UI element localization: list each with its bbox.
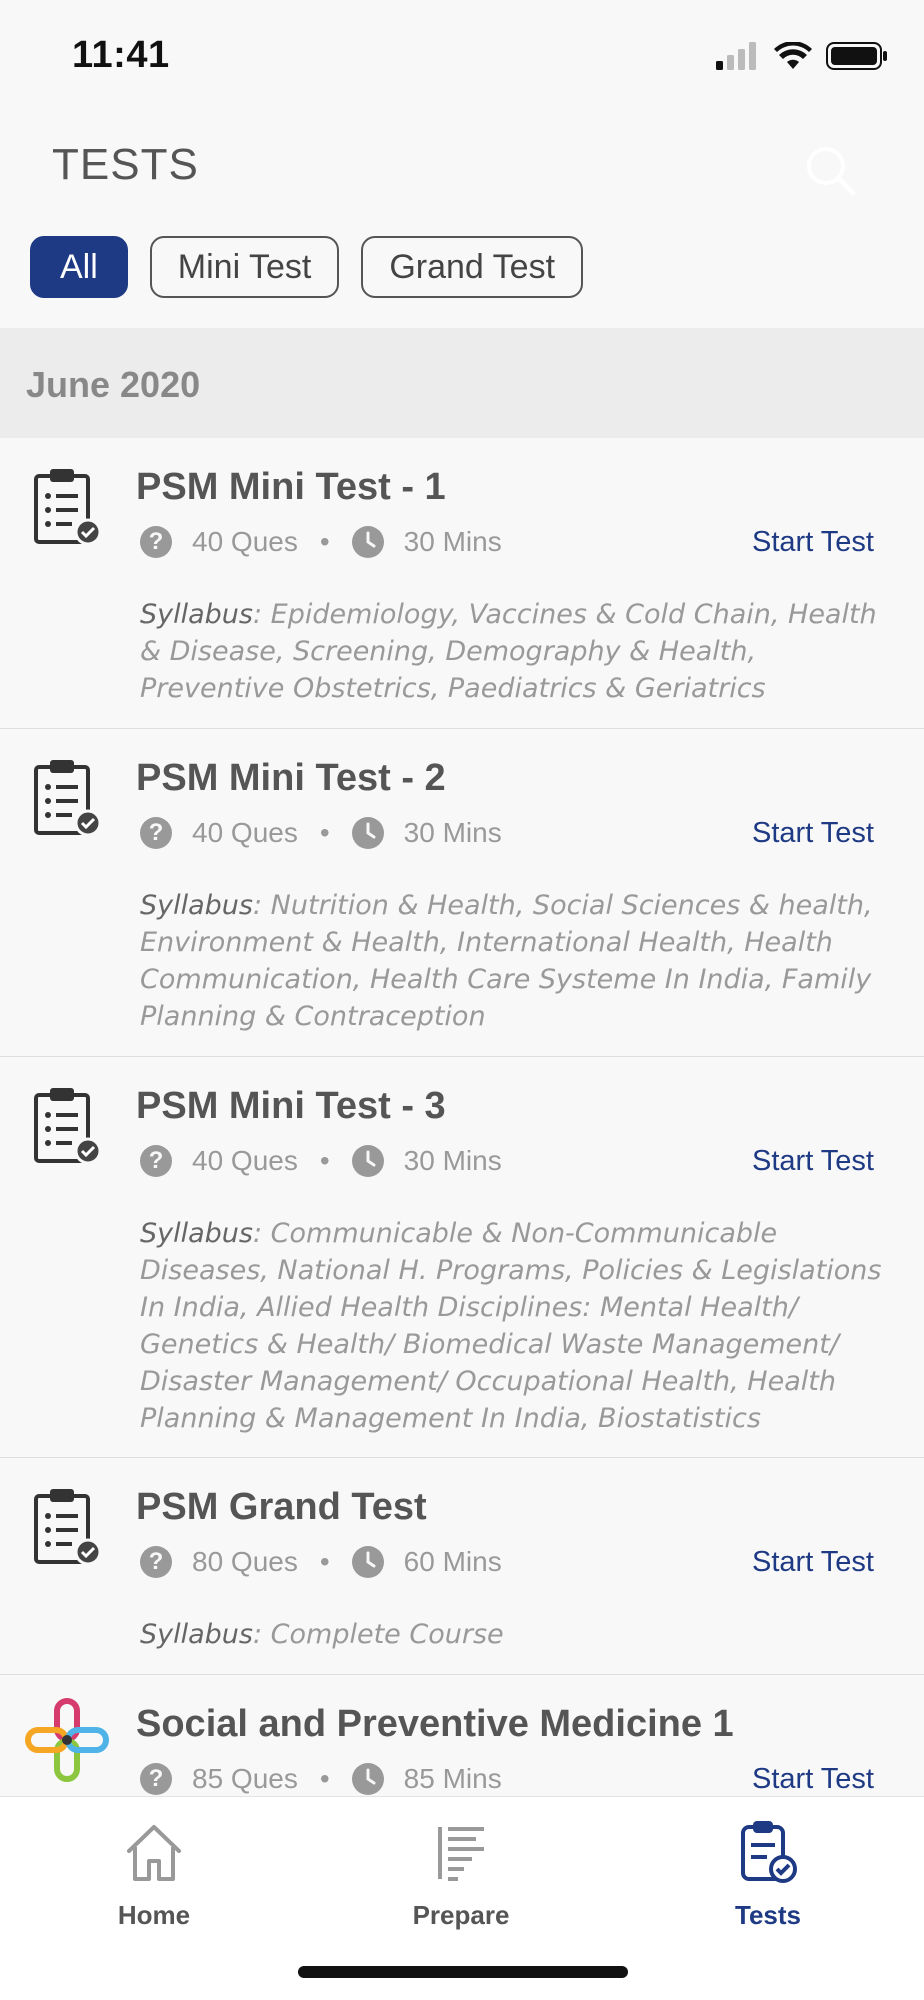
prepare-icon bbox=[438, 1827, 484, 1881]
test-duration: 85 Mins bbox=[403, 1763, 502, 1794]
test-title: PSM Grand Test bbox=[136, 1486, 427, 1528]
test-list: PSM Mini Test - 1 ? 40 Ques • 30 Mins St… bbox=[0, 438, 924, 1835]
meta-separator: • bbox=[319, 1763, 330, 1794]
clipboard-check-icon bbox=[34, 469, 102, 546]
home-icon bbox=[127, 1825, 181, 1881]
start-test-button[interactable]: Start Test bbox=[752, 1145, 874, 1178]
syllabus-label: Syllabus bbox=[140, 890, 253, 921]
section-title: June 2020 bbox=[26, 364, 201, 405]
search-icon bbox=[807, 147, 856, 196]
test-title: PSM Mini Test - 1 bbox=[136, 466, 446, 508]
question-count: 40 Ques bbox=[192, 817, 298, 848]
test-title: PSM Mini Test - 3 bbox=[136, 1085, 446, 1127]
filter-mini-test[interactable]: Mini Test bbox=[149, 236, 340, 298]
section-header: June 2020 bbox=[0, 328, 924, 438]
signal-icon bbox=[716, 42, 756, 70]
wifi-icon bbox=[774, 42, 812, 69]
meta-separator: • bbox=[319, 1546, 330, 1577]
nav-tests[interactable]: Tests bbox=[668, 1817, 868, 1931]
question-count: 85 Ques bbox=[192, 1763, 298, 1794]
app-header: TESTS bbox=[0, 110, 924, 220]
test-meta: ? 40 Ques • 30 Mins bbox=[140, 817, 502, 849]
test-duration: 30 Mins bbox=[403, 817, 502, 848]
question-icon: ? bbox=[140, 1546, 172, 1578]
nav-tests-label: Tests bbox=[735, 1900, 801, 1930]
test-meta: ? 40 Ques • 30 Mins bbox=[140, 526, 502, 558]
filter-grand-test[interactable]: Grand Test bbox=[361, 236, 584, 298]
clock-icon bbox=[351, 1145, 384, 1177]
start-test-button[interactable]: Start Test bbox=[752, 1546, 874, 1579]
clock-icon bbox=[351, 817, 384, 849]
meta-separator: • bbox=[319, 817, 330, 848]
clipboard-check-icon bbox=[34, 1088, 102, 1165]
test-syllabus: Syllabus: Epidemiology, Vaccines & Cold … bbox=[140, 596, 900, 707]
home-indicator bbox=[298, 1966, 628, 1978]
test-duration: 30 Mins bbox=[403, 1145, 502, 1176]
meta-separator: • bbox=[319, 526, 330, 557]
nav-home[interactable]: Home bbox=[54, 1817, 254, 1931]
question-icon: ? bbox=[140, 1763, 172, 1795]
question-icon: ? bbox=[140, 526, 172, 558]
question-icon: ? bbox=[140, 1145, 172, 1177]
medical-cross-icon bbox=[25, 1698, 109, 1782]
question-count: 40 Ques bbox=[192, 526, 298, 557]
test-duration: 30 Mins bbox=[403, 526, 502, 557]
test-syllabus: Syllabus: Nutrition & Health, Social Sci… bbox=[140, 887, 900, 1035]
test-title: PSM Mini Test - 2 bbox=[136, 757, 446, 799]
nav-prepare-label: Prepare bbox=[412, 1900, 510, 1930]
question-count: 80 Ques bbox=[192, 1546, 298, 1577]
test-meta: ? 80 Ques • 60 Mins bbox=[140, 1546, 502, 1578]
syllabus-label: Syllabus bbox=[140, 1218, 253, 1249]
syllabus-text: : Communicable & Non-Communicable Diseas… bbox=[140, 1218, 882, 1434]
filter-bar: All Mini Test Grand Test bbox=[30, 236, 584, 298]
battery-icon bbox=[826, 42, 887, 70]
question-icon: ? bbox=[140, 817, 172, 849]
filter-all[interactable]: All bbox=[30, 236, 128, 298]
clipboard-check-icon bbox=[34, 1489, 102, 1566]
test-meta: ? 40 Ques • 30 Mins bbox=[140, 1145, 502, 1177]
clock-icon bbox=[351, 526, 384, 558]
meta-separator: • bbox=[319, 1145, 330, 1176]
syllabus-label: Syllabus bbox=[140, 1619, 253, 1650]
test-item[interactable]: PSM Mini Test - 2 ? 40 Ques • 30 Mins St… bbox=[0, 729, 924, 1057]
page-title: TESTS bbox=[52, 140, 199, 189]
clock-icon bbox=[351, 1763, 384, 1795]
test-title: Social and Preventive Medicine 1 bbox=[136, 1703, 734, 1745]
start-test-button[interactable]: Start Test bbox=[752, 817, 874, 850]
test-item[interactable]: PSM Grand Test ? 80 Ques • 60 Mins Start… bbox=[0, 1458, 924, 1675]
status-bar: 11:41 bbox=[0, 0, 924, 110]
syllabus-text: : Complete Course bbox=[252, 1619, 504, 1650]
status-time: 11:41 bbox=[72, 34, 170, 76]
start-test-button[interactable]: Start Test bbox=[752, 526, 874, 559]
test-syllabus: Syllabus: Complete Course bbox=[140, 1616, 900, 1653]
clock-icon bbox=[351, 1546, 384, 1578]
search-button[interactable] bbox=[794, 134, 866, 206]
clipboard-check-icon bbox=[34, 760, 102, 837]
test-meta: ? 85 Ques • 85 Mins bbox=[140, 1763, 502, 1795]
test-item[interactable]: PSM Mini Test - 3 ? 40 Ques • 30 Mins St… bbox=[0, 1057, 924, 1458]
nav-prepare[interactable]: Prepare bbox=[361, 1817, 561, 1931]
status-icons bbox=[716, 42, 888, 70]
nav-home-label: Home bbox=[117, 1900, 191, 1930]
syllabus-label: Syllabus bbox=[140, 599, 253, 630]
question-count: 40 Ques bbox=[192, 1145, 298, 1176]
test-syllabus: Syllabus: Communicable & Non-Communicabl… bbox=[140, 1215, 900, 1437]
start-test-button[interactable]: Start Test bbox=[752, 1763, 874, 1796]
tests-icon bbox=[741, 1821, 797, 1883]
test-item[interactable]: PSM Mini Test - 1 ? 40 Ques • 30 Mins St… bbox=[0, 438, 924, 729]
test-duration: 60 Mins bbox=[403, 1546, 502, 1577]
